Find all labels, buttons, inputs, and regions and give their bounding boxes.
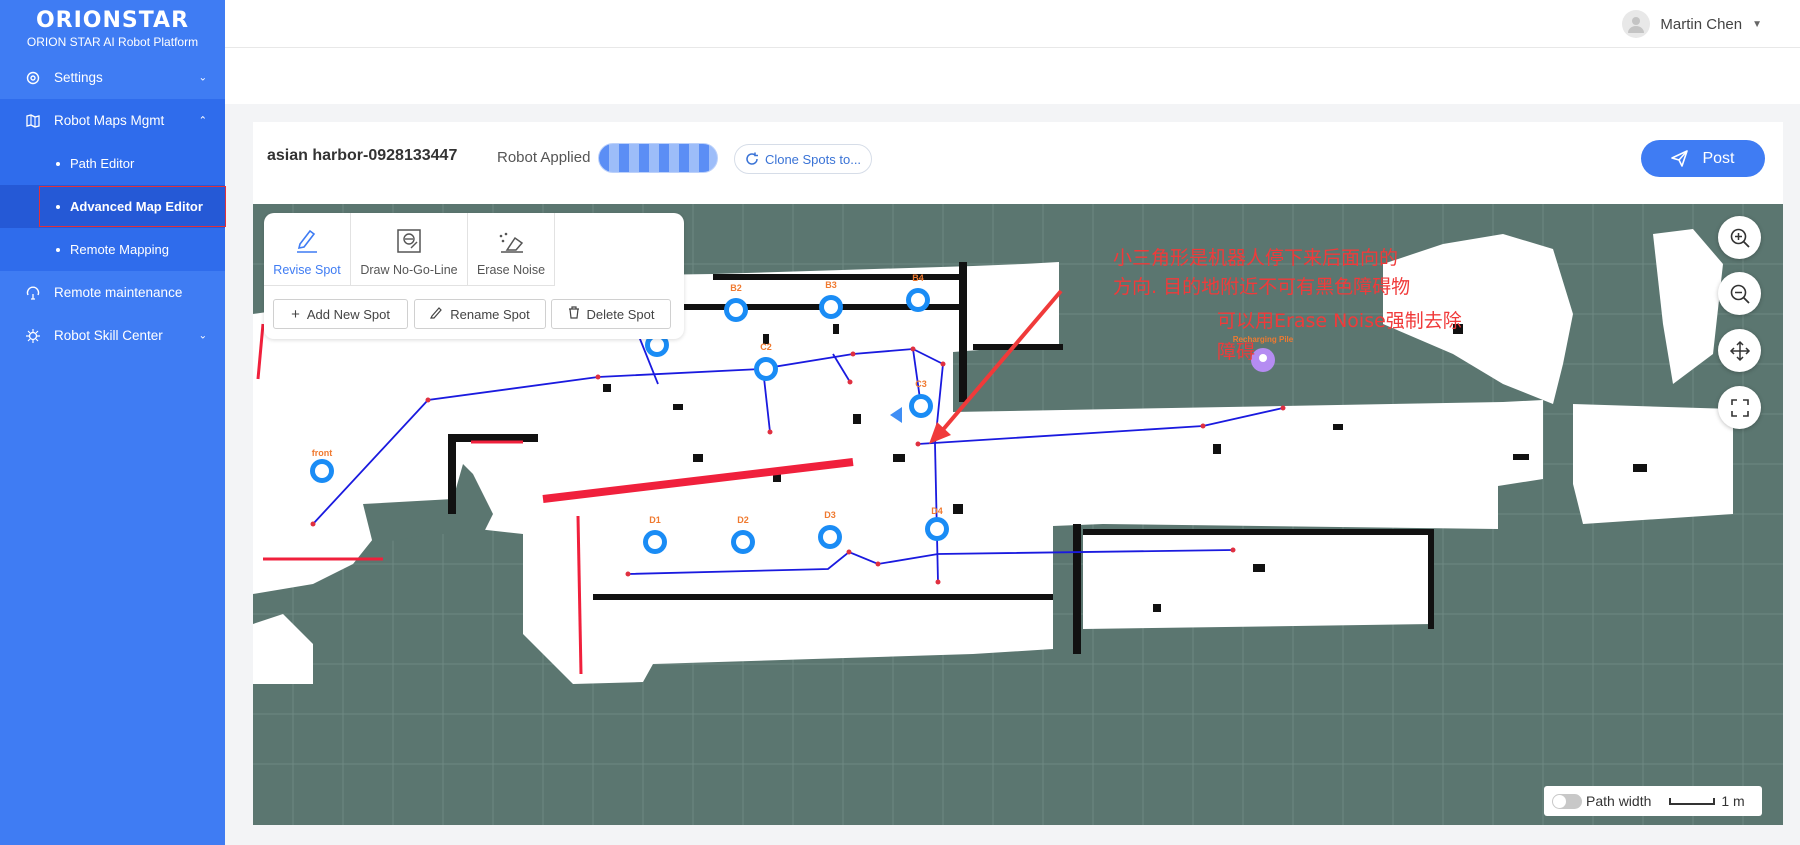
rename-spot-button[interactable]: Rename Spot bbox=[414, 299, 546, 329]
map-header: asian harbor-0928133447 Robot Applied Cl… bbox=[253, 122, 1783, 204]
nav-settings-label: Settings bbox=[54, 70, 103, 85]
robot-applied-chip[interactable] bbox=[598, 143, 718, 173]
maintenance-icon bbox=[24, 284, 42, 302]
fullscreen-icon bbox=[1730, 398, 1749, 417]
sidebar-item-label: Remote Mapping bbox=[70, 242, 169, 257]
refresh-icon bbox=[746, 152, 758, 165]
spot-label-front: front bbox=[312, 448, 333, 458]
spot-label-d2: D2 bbox=[737, 515, 749, 525]
post-button[interactable]: Post bbox=[1641, 140, 1765, 177]
platform-name: ORION STAR AI Robot Platform bbox=[26, 35, 199, 49]
revise-spot-label: Revise Spot bbox=[273, 263, 341, 277]
spot-label-b2: B2 bbox=[730, 283, 742, 293]
map-icon bbox=[24, 112, 42, 130]
topbar: Martin Chen ▼ bbox=[225, 0, 1800, 48]
spot-label-b4: B4 bbox=[912, 273, 924, 283]
nav-remote-maintenance-label: Remote maintenance bbox=[54, 285, 183, 300]
zoom-in-button[interactable] bbox=[1718, 216, 1761, 259]
sidebar-item-label: Advanced Map Editor bbox=[70, 199, 203, 214]
zoom-out-icon bbox=[1730, 284, 1750, 304]
divider bbox=[264, 285, 555, 286]
user-name: Martin Chen bbox=[1660, 15, 1743, 33]
erase-noise-tool[interactable]: Erase Noise bbox=[468, 213, 555, 285]
nav-remote-maintenance[interactable]: Remote maintenance bbox=[0, 271, 225, 314]
brand: ORIONSTAR ORION STAR AI Robot Platform bbox=[0, 0, 225, 52]
robot-applied-label: Robot Applied bbox=[497, 149, 591, 166]
post-label: Post bbox=[1702, 149, 1735, 167]
avatar bbox=[1622, 10, 1651, 38]
add-new-spot-button[interactable]: + Add New Spot bbox=[273, 299, 408, 329]
spot-label-d3: D3 bbox=[824, 510, 836, 520]
toolbox: Revise Spot Draw No-Go-Line Erase Noise … bbox=[264, 213, 684, 339]
erase-noise-label: Erase Noise bbox=[476, 263, 546, 277]
spot-label-c2: C2 bbox=[760, 342, 772, 352]
chevron-down-icon: ⌄ bbox=[198, 72, 207, 83]
spot-front[interactable]: front bbox=[310, 448, 334, 483]
draw-no-go-line-label: Draw No-Go-Line bbox=[360, 263, 458, 277]
zoom-in-icon bbox=[1730, 228, 1750, 248]
zoom-out-button[interactable] bbox=[1718, 272, 1761, 315]
spot-label-c3: C3 bbox=[915, 379, 927, 389]
plus-icon: + bbox=[291, 305, 300, 323]
caret-down-icon: ▼ bbox=[1752, 18, 1762, 30]
clone-spots-button[interactable]: Clone Spots to... bbox=[734, 144, 872, 174]
annotation-line-4: 障碍 bbox=[1217, 341, 1256, 363]
sidebar-item-advanced-map-editor[interactable]: Advanced Map Editor bbox=[0, 185, 226, 228]
sidebar-item-label: Path Editor bbox=[70, 156, 135, 171]
sidebar: ORIONSTAR ORION STAR AI Robot Platform S… bbox=[0, 0, 226, 845]
annotation-line-2: 方向. 目的地附近不可有黑色障碍物 bbox=[1113, 276, 1411, 298]
nav-robot-maps[interactable]: Robot Maps Mgmt ⌃ bbox=[0, 99, 225, 142]
path-width-toggle[interactable] bbox=[1552, 793, 1582, 809]
annotation-line-3: 可以用Erase Noise强制去除 bbox=[1217, 310, 1462, 332]
gear-icon bbox=[24, 69, 42, 87]
nav-settings[interactable]: Settings ⌄ bbox=[0, 56, 225, 99]
revise-spot-icon bbox=[295, 228, 319, 257]
nav-robot-maps-label: Robot Maps Mgmt bbox=[54, 113, 165, 128]
spot-label-b3: B3 bbox=[825, 280, 837, 290]
pan-button[interactable] bbox=[1718, 329, 1761, 372]
annotation-line-1: 小三角形是机器人停下来后面向的 bbox=[1113, 247, 1399, 269]
subbar bbox=[225, 48, 1800, 104]
nav-robot-skill-center[interactable]: Robot Skill Center ⌄ bbox=[0, 314, 225, 357]
user-menu[interactable]: Martin Chen ▼ bbox=[1622, 10, 1762, 38]
scale-label: 1 m bbox=[1721, 793, 1745, 809]
skill-icon bbox=[24, 327, 42, 345]
scale-indicator: 1 m bbox=[1669, 793, 1745, 809]
delete-spot-button[interactable]: Delete Spot bbox=[551, 299, 671, 329]
spot-label-d1: D1 bbox=[649, 515, 661, 525]
add-new-spot-label: Add New Spot bbox=[306, 306, 390, 322]
sidebar-item-path-editor[interactable]: Path Editor bbox=[0, 142, 225, 185]
map-title: asian harbor-0928133447 bbox=[267, 147, 458, 164]
send-icon bbox=[1671, 150, 1689, 167]
map-legend: Path width 1 m bbox=[1544, 786, 1762, 816]
delete-spot-label: Delete Spot bbox=[586, 306, 655, 322]
eraser-icon bbox=[497, 230, 525, 257]
sidebar-item-remote-mapping[interactable]: Remote Mapping bbox=[0, 228, 225, 271]
rename-spot-label: Rename Spot bbox=[450, 306, 530, 322]
move-icon bbox=[1729, 340, 1750, 361]
draw-no-go-line-tool[interactable]: Draw No-Go-Line bbox=[351, 213, 468, 285]
logo: ORIONSTAR bbox=[35, 8, 190, 33]
pencil-icon bbox=[430, 306, 443, 323]
no-go-line-icon bbox=[396, 228, 422, 257]
chevron-down-icon: ⌄ bbox=[198, 330, 207, 341]
clone-spots-label: Clone Spots to... bbox=[764, 151, 862, 167]
fullscreen-button[interactable] bbox=[1718, 386, 1761, 429]
nav-robot-skill-center-label: Robot Skill Center bbox=[54, 328, 163, 343]
revise-spot-tool[interactable]: Revise Spot bbox=[264, 213, 351, 285]
trash-icon bbox=[568, 305, 580, 323]
chevron-up-icon: ⌃ bbox=[198, 115, 207, 126]
spot-label-d4: D4 bbox=[931, 506, 943, 516]
path-width-label: Path width bbox=[1586, 793, 1652, 809]
scale-bar bbox=[1669, 797, 1716, 805]
